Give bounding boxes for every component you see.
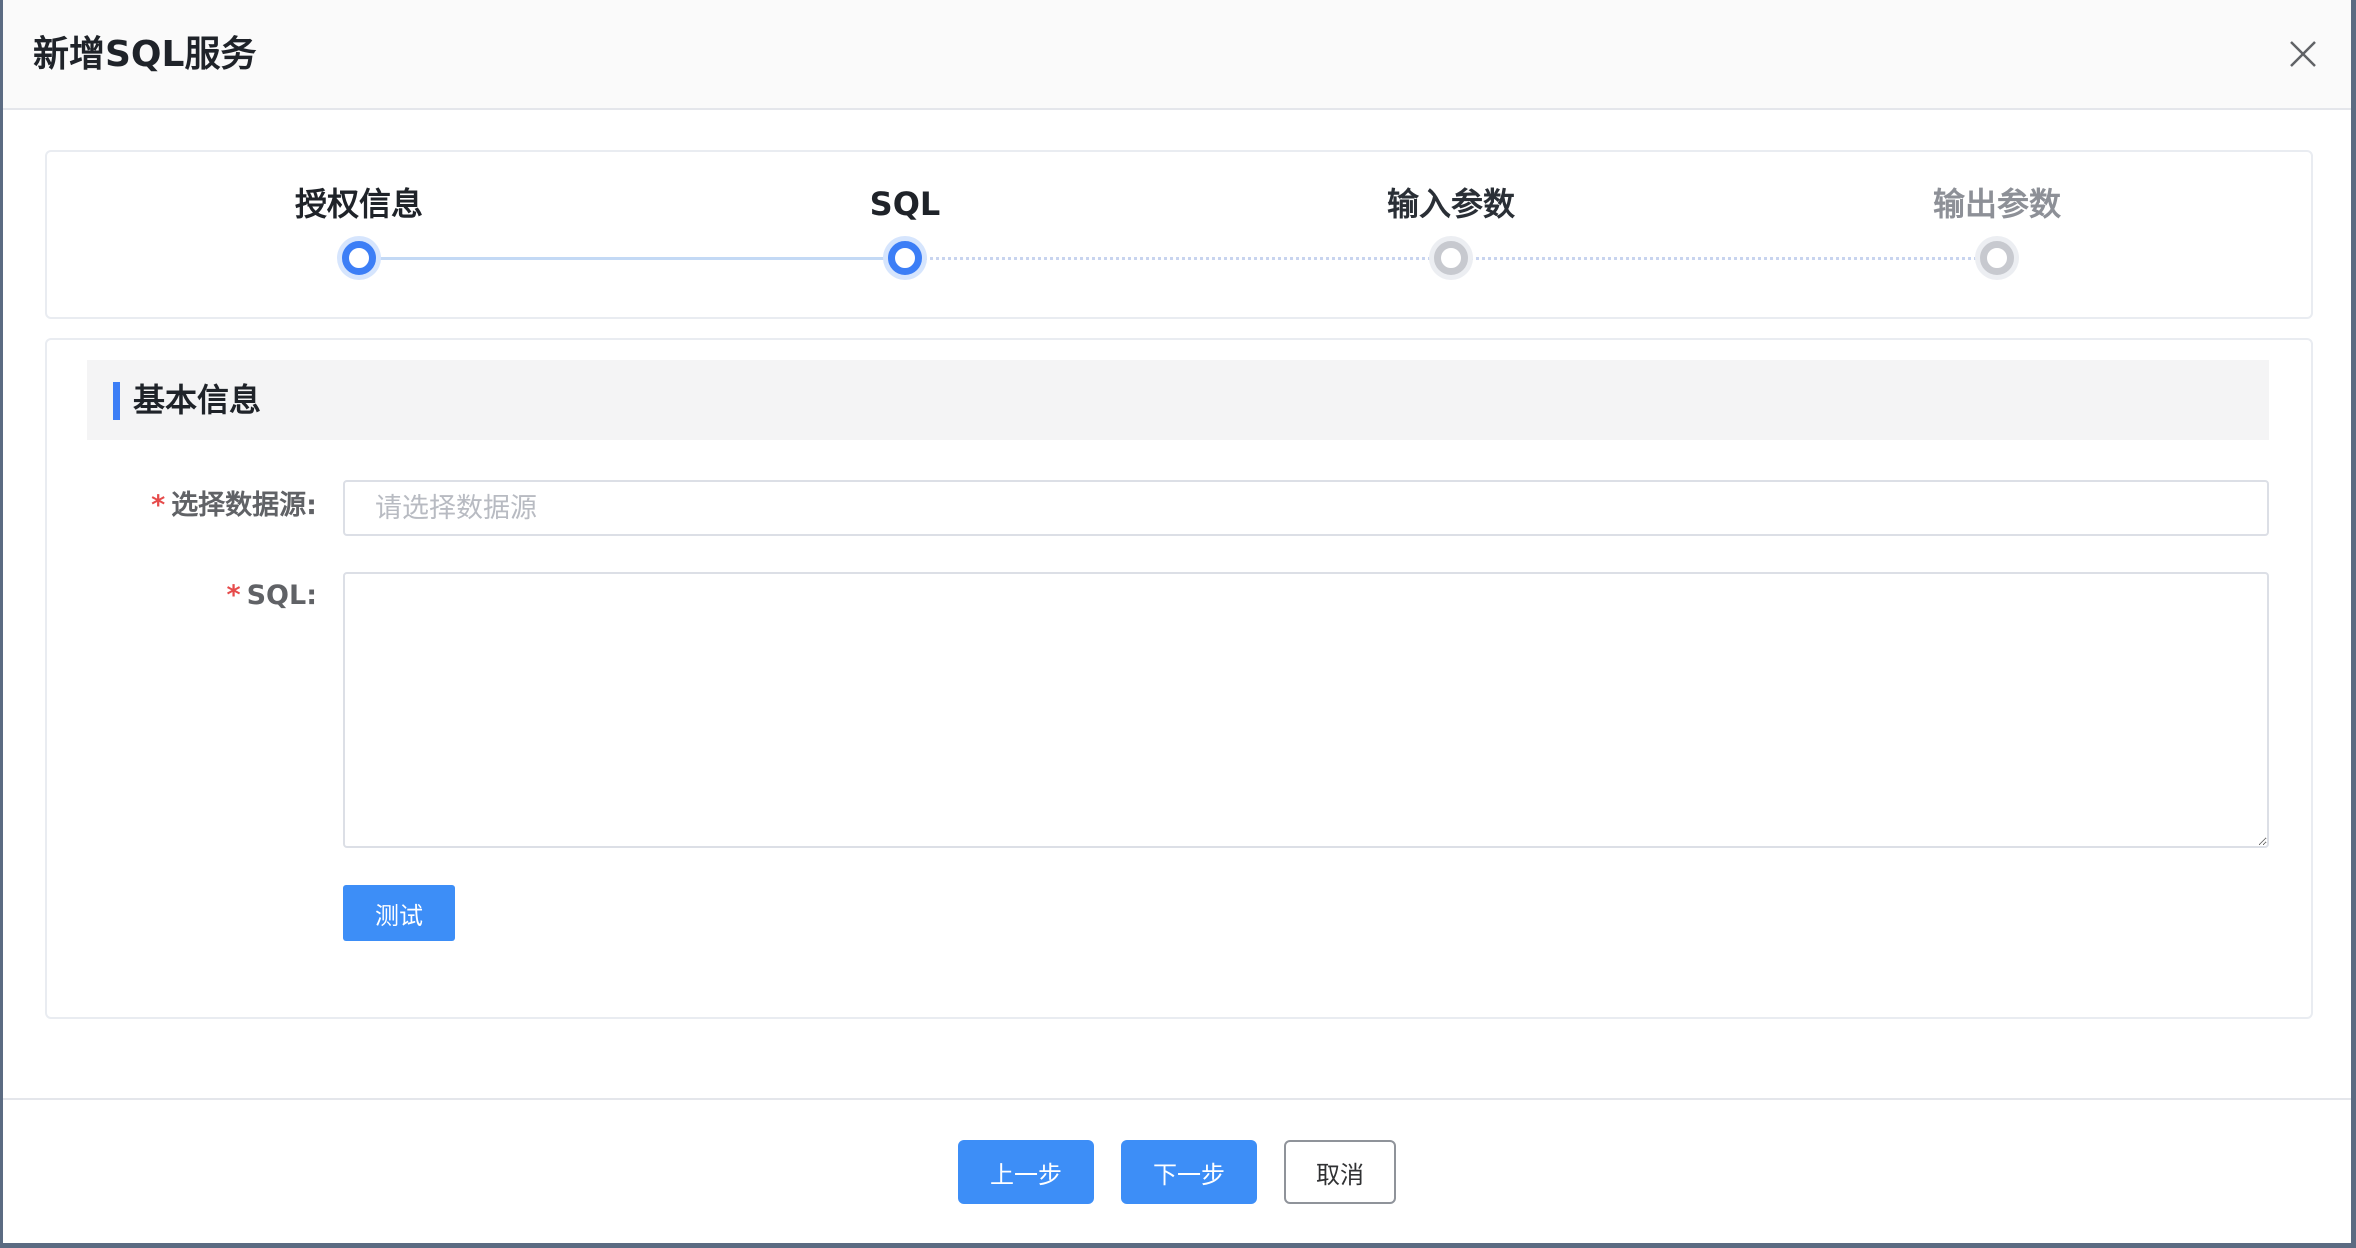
footer-divider	[3, 1098, 2351, 1100]
dialog-title: 新增SQL服务	[33, 34, 257, 75]
step-dot-sql	[888, 241, 922, 275]
step-label-input-params: 输入参数	[1386, 185, 1515, 223]
datasource-select[interactable]	[343, 480, 2269, 536]
steps-bar: 授权信息 SQL 输入参数 输出参数	[45, 150, 2313, 319]
sql-label: * SQL:	[47, 576, 317, 616]
prev-step-button[interactable]: 上一步	[958, 1140, 1094, 1204]
dialog-header: 新增SQL服务	[3, 0, 2351, 110]
datasource-label-text: 选择数据源:	[171, 490, 317, 521]
step-label-sql: SQL	[869, 185, 941, 223]
section-accent-bar	[113, 382, 120, 420]
test-button[interactable]: 测试	[343, 885, 455, 941]
section-title: 基本信息	[133, 381, 262, 419]
next-step-button[interactable]: 下一步	[1121, 1140, 1257, 1204]
step-connector-3	[1451, 257, 1997, 260]
step-dot-auth	[342, 241, 376, 275]
datasource-label: * 选择数据源:	[47, 486, 317, 526]
sql-textarea[interactable]	[343, 572, 2269, 848]
close-icon[interactable]	[2285, 36, 2321, 72]
step-connector-2	[905, 257, 1451, 260]
required-mark: *	[226, 580, 241, 611]
cancel-button[interactable]: 取消	[1284, 1140, 1396, 1204]
required-mark: *	[151, 490, 166, 521]
add-sql-service-dialog: 新增SQL服务 授权信息 SQL 输入参数 输出参数 基本信息 *选择数据源:	[3, 0, 2351, 1243]
step-label-output-params: 输出参数	[1932, 185, 2061, 223]
sql-label-text: SQL:	[246, 580, 317, 611]
step-connector-1	[359, 257, 905, 260]
step-dot-input-params	[1434, 241, 1468, 275]
basic-info-card: 基本信息 *选择数据源: *SQL: 测试	[45, 338, 2313, 1019]
step-dot-output-params	[1980, 241, 2014, 275]
step-label-auth: 授权信息	[294, 185, 423, 223]
section-header: 基本信息	[87, 360, 2269, 440]
